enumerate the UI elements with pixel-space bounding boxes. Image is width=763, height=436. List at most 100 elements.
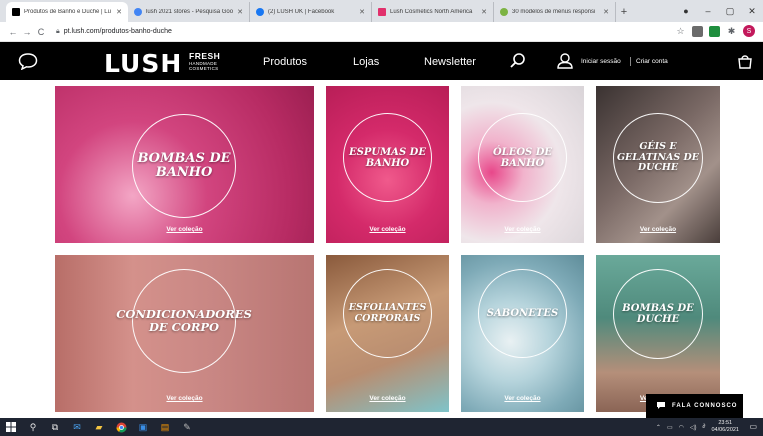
logo-cosmetics-text: COSMETICS [189, 66, 219, 71]
language-icon[interactable]: ∂ [703, 424, 706, 430]
chat-widget-button[interactable]: FALA CONNOSCO [646, 394, 743, 418]
tile-circle: CONDICIONADORES DE CORPO [116, 269, 252, 373]
clock-time: 23:51 [718, 420, 733, 426]
ver-colecao-link[interactable]: Ver coleção [461, 395, 584, 402]
close-window-button[interactable]: ✕ [741, 6, 763, 17]
nav-lojas[interactable]: Lojas [353, 56, 379, 68]
tab-favicon-icon [256, 8, 264, 16]
nav-newsletter[interactable]: Newsletter [424, 56, 476, 68]
new-tab-button[interactable]: + [616, 2, 632, 22]
close-tab-icon[interactable]: ✕ [481, 8, 487, 16]
logo-subtext: HANDMADE COSMETICS [189, 61, 218, 71]
tile-label: ESFOLIANTES CORPORAIS [348, 302, 427, 324]
close-tab-icon[interactable]: ✕ [237, 8, 243, 16]
profile-avatar[interactable]: S [743, 25, 755, 37]
tile-label: BOMBAS DE DUCHE [622, 303, 694, 325]
mail-icon[interactable]: ✉ [66, 418, 88, 436]
reload-button[interactable]: C [34, 27, 48, 37]
tile-circle: BOMBAS DE BANHO [132, 114, 236, 218]
ver-colecao-link[interactable]: Ver coleção [461, 226, 584, 233]
os-taskbar: ⚲ ⧉ ✉ ▰ ▣ ▤ ✎ ⌃ ▭ ◠ ◁) ∂ 23:51 04/06/202… [0, 418, 763, 436]
app-icon[interactable]: ✎ [176, 418, 198, 436]
chrome-icon[interactable] [110, 418, 132, 436]
notification-icon[interactable]: ▭ [749, 422, 757, 431]
chat-bubble-icon [656, 397, 666, 415]
volume-icon[interactable]: ◁) [690, 424, 697, 431]
star-icon[interactable]: ☆ [675, 26, 686, 37]
collection-tile-esfoliantes-corporais[interactable]: ESFOLIANTES CORPORAIS Ver coleção [326, 255, 449, 412]
url-field[interactable]: pt.lush.com/produtos-banho-duche [64, 28, 172, 35]
tile-label: ESPUMAS DE BANHO [349, 146, 426, 169]
site-header: LUSH FRESH HANDMADE COSMETICS Produtos L… [0, 42, 763, 80]
forward-button[interactable]: → [20, 27, 34, 37]
signup-link[interactable]: Criar conta [636, 58, 668, 65]
windows-start-icon[interactable] [0, 418, 22, 436]
collection-tile-geis-e-gelatinas-de-duche[interactable]: GÉIS E GELATINAS DE DUCHE Ver coleção [596, 86, 720, 243]
tile-label: CONDICIONADORES DE CORPO [116, 307, 252, 334]
lock-icon[interactable]: 🔒︎ [56, 28, 60, 36]
browser-tab[interactable]: 30 modelos de menus responsi ✕ [494, 2, 616, 22]
close-tab-icon[interactable]: ✕ [603, 8, 609, 16]
tile-circle: BOMBAS DE DUCHE [613, 269, 703, 359]
clock-date: 04/06/2021 [711, 427, 739, 433]
minimize-button[interactable]: – [697, 6, 719, 16]
browser-tab[interactable]: Produtos de Banho e Duche | Lu ✕ [6, 2, 128, 22]
puzzle-icon[interactable]: ✱ [726, 26, 737, 37]
collection-tile-oleos-de-banho[interactable]: ÓLEOS DE BANHO Ver coleção [461, 86, 584, 243]
login-link[interactable]: Iniciar sessão [581, 58, 621, 65]
tab-title: Produtos de Banho e Duche | Lu [24, 9, 111, 15]
file-explorer-icon[interactable]: ▰ [88, 418, 110, 436]
tile-label: SABONETES [486, 308, 559, 319]
chat-widget-label: FALA CONNOSCO [672, 403, 738, 409]
tab-title: 30 modelos de menus responsi [512, 9, 596, 15]
browser-tab[interactable]: lush 2021 stores - Pesquisa Goo ✕ [128, 2, 250, 22]
task-view-icon[interactable]: ⧉ [44, 418, 66, 436]
tile-label: GÉIS E GELATINAS DE DUCHE [616, 141, 700, 174]
tile-circle: ESFOLIANTES CORPORAIS [343, 269, 432, 358]
extension-icon[interactable] [692, 25, 703, 37]
tab-favicon-icon [12, 8, 20, 16]
ver-colecao-link[interactable]: Ver coleção [55, 395, 314, 402]
cart-icon[interactable] [736, 52, 754, 75]
close-tab-icon[interactable]: ✕ [116, 8, 122, 16]
wifi-icon[interactable]: ◠ [679, 424, 684, 431]
tile-circle: ESPUMAS DE BANHO [343, 113, 432, 202]
window-controls: ● – ▢ ✕ [675, 0, 763, 22]
collection-tile-espumas-de-banho[interactable]: ESPUMAS DE BANHO Ver coleção [326, 86, 449, 243]
back-button[interactable]: ← [6, 27, 20, 37]
tab-title: Lush Cosmetics North America [390, 9, 473, 15]
chevron-up-icon[interactable]: ⌃ [656, 424, 661, 431]
lush-logo[interactable]: LUSH [104, 49, 182, 78]
logo-fresh-text: FRESH [189, 51, 221, 61]
ver-colecao-link[interactable]: Ver coleção [326, 226, 449, 233]
chat-icon[interactable] [18, 52, 38, 75]
collection-tile-sabonetes[interactable]: SABONETES Ver coleção [461, 255, 584, 412]
tile-circle: GÉIS E GELATINAS DE DUCHE [613, 113, 703, 203]
store-icon[interactable]: ▣ [132, 418, 154, 436]
tab-favicon-icon [134, 8, 142, 16]
system-clock[interactable]: 23:51 04/06/2021 [711, 420, 739, 434]
maximize-button[interactable]: ▢ [719, 6, 741, 17]
search-icon[interactable] [509, 52, 527, 75]
ver-colecao-link[interactable]: Ver coleção [326, 395, 449, 402]
tab-favicon-icon [500, 8, 508, 16]
tile-label: ÓLEOS DE BANHO [492, 146, 553, 169]
ver-colecao-link[interactable]: Ver coleção [596, 226, 720, 233]
browser-tab[interactable]: (2) LUSH UK | Facebook ✕ [250, 2, 372, 22]
collection-tile-condicionadores-de-corpo[interactable]: CONDICIONADORES DE CORPO Ver coleção [55, 255, 314, 412]
network-icon[interactable]: ▭ [667, 424, 673, 431]
tile-circle: ÓLEOS DE BANHO [478, 113, 567, 202]
profile-icon[interactable]: ● [675, 6, 697, 16]
nav-produtos[interactable]: Produtos [263, 56, 307, 68]
address-bar: ← → C 🔒︎ pt.lush.com/produtos-banho-duch… [0, 22, 763, 42]
close-tab-icon[interactable]: ✕ [359, 8, 365, 16]
browser-tab[interactable]: Lush Cosmetics North America ✕ [372, 2, 494, 22]
illustrator-icon[interactable]: ▤ [154, 418, 176, 436]
tile-label: BOMBAS DE BANHO [137, 150, 231, 180]
collection-tile-bombas-de-banho[interactable]: BOMBAS DE BANHO Ver coleção [55, 86, 314, 243]
ver-colecao-link[interactable]: Ver coleção [55, 226, 314, 233]
extension-icon[interactable] [709, 25, 720, 37]
search-icon[interactable]: ⚲ [22, 418, 44, 436]
user-icon[interactable] [556, 52, 574, 75]
collection-tile-bombas-de-duche[interactable]: BOMBAS DE DUCHE Ver coleção [596, 255, 720, 412]
